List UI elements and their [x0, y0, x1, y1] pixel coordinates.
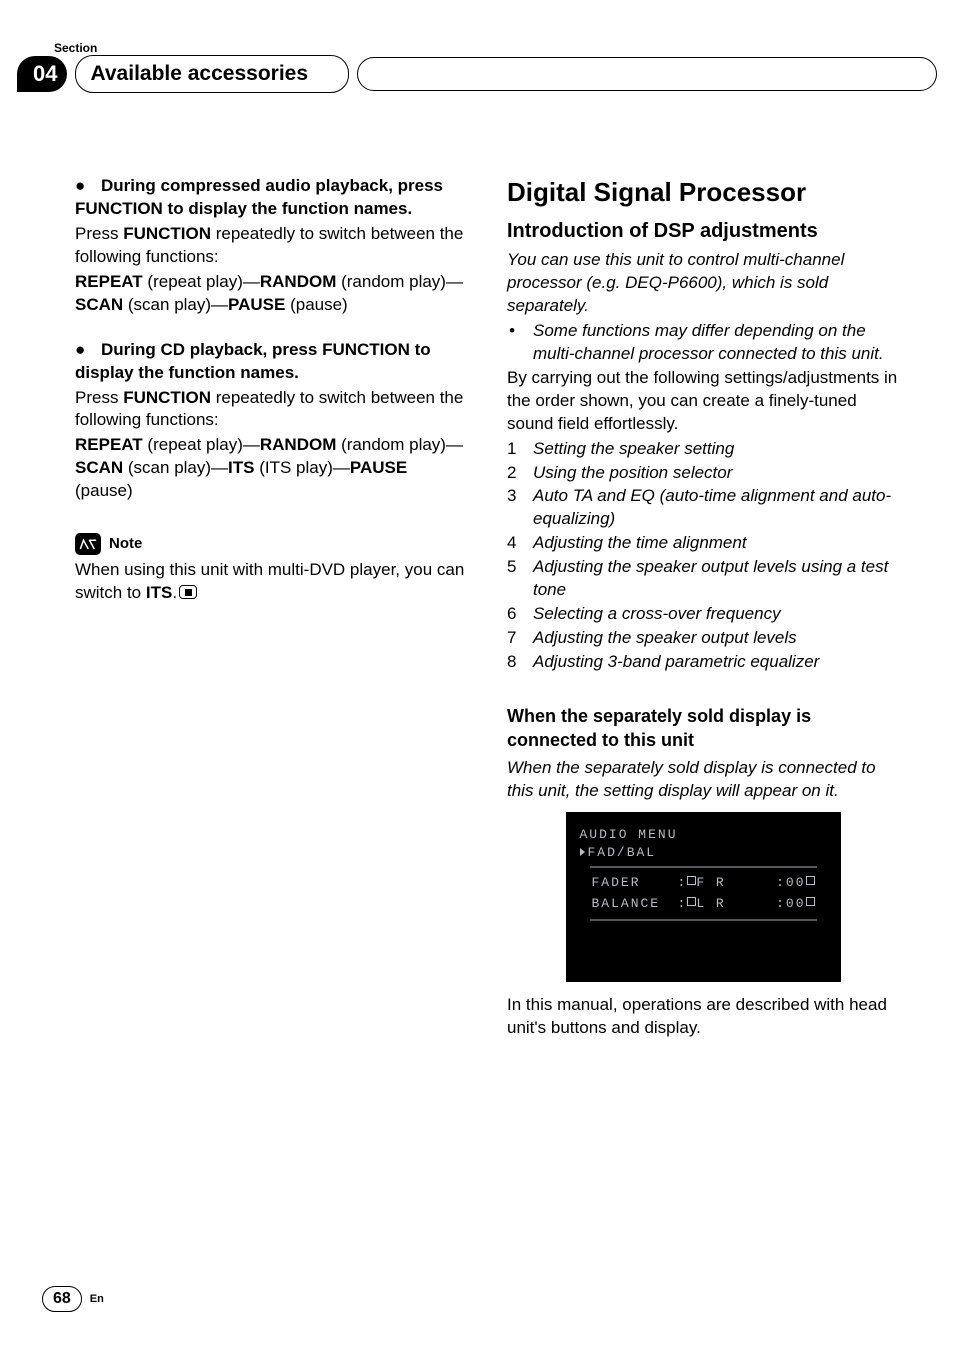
body-text: Press FUNCTION repeatedly to switch betw… [75, 387, 467, 433]
display-title: AUDIO MENU [580, 826, 827, 844]
note-text: When using this unit with multi-DVD play… [75, 559, 467, 605]
sequence-text: REPEAT (repeat play)—RANDOM (random play… [75, 434, 467, 503]
intro-italic: You can use this unit to control multi-c… [507, 249, 899, 318]
instruction-block-compressed: ●During compressed audio playback, press… [75, 175, 467, 317]
unit-display-figure: AUDIO MENU FAD/BAL FADER :F R :00 BALANC… [566, 812, 841, 982]
display-row-fader: FADER :F R :00 [580, 872, 827, 894]
heading-1: Digital Signal Processor [507, 175, 899, 210]
heading-text: During CD playback, press FUNCTION to di… [75, 340, 431, 382]
display-breadcrumb: FAD/BAL [580, 844, 827, 862]
heading-2: Introduction of DSP adjustments [507, 218, 899, 245]
section-number-pill: 04 [17, 56, 67, 92]
list-item: 6Selecting a cross-over frequency [507, 603, 899, 626]
right-column: Digital Signal Processor Introduction of… [507, 175, 899, 1042]
language-label: En [90, 1292, 104, 1307]
footer: 68 En [42, 1286, 104, 1312]
section-label: Section [54, 40, 97, 56]
page-number: 68 [42, 1286, 82, 1312]
note-label: Note [109, 534, 142, 554]
subheading: When the separately sold display is conn… [507, 704, 899, 753]
triangle-icon [580, 848, 585, 856]
list-item: 3Auto TA and EQ (auto-time alignment and… [507, 485, 899, 531]
list-item: 8Adjusting 3-band parametric equalizer [507, 651, 899, 674]
end-mark-icon [179, 585, 197, 599]
list-item: 5Adjusting the speaker output levels usi… [507, 556, 899, 602]
sequence-text: REPEAT (repeat play)—RANDOM (random play… [75, 271, 467, 317]
chapter-title-pill-empty [357, 57, 937, 91]
bullet-icon: ● [75, 175, 101, 198]
intro-text: By carrying out the following settings/a… [507, 367, 899, 436]
outro-text: In this manual, operations are described… [507, 994, 899, 1040]
heading-text: During compressed audio playback, press … [75, 176, 443, 218]
list-item: 2Using the position selector [507, 462, 899, 485]
body-text: Press FUNCTION repeatedly to switch betw… [75, 223, 467, 269]
sub-bullet: Some functions may differ depending on t… [507, 320, 899, 366]
left-column: ●During compressed audio playback, press… [75, 175, 467, 1042]
sub-intro: When the separately sold display is conn… [507, 757, 899, 803]
numbered-list: 1Setting the speaker setting 2Using the … [507, 438, 899, 674]
chapter-title-pill: Available accessories [75, 55, 349, 93]
display-row-balance: BALANCE :L R :00 [580, 893, 827, 915]
note-header: Note [75, 533, 467, 555]
bullet-icon: ● [75, 339, 101, 362]
list-item: 1Setting the speaker setting [507, 438, 899, 461]
list-item: 4Adjusting the time alignment [507, 532, 899, 555]
list-item: 7Adjusting the speaker output levels [507, 627, 899, 650]
instruction-block-cd: ●During CD playback, press FUNCTION to d… [75, 339, 467, 504]
header-bar: 04 Available accessories [17, 55, 937, 93]
note-icon [75, 533, 101, 555]
